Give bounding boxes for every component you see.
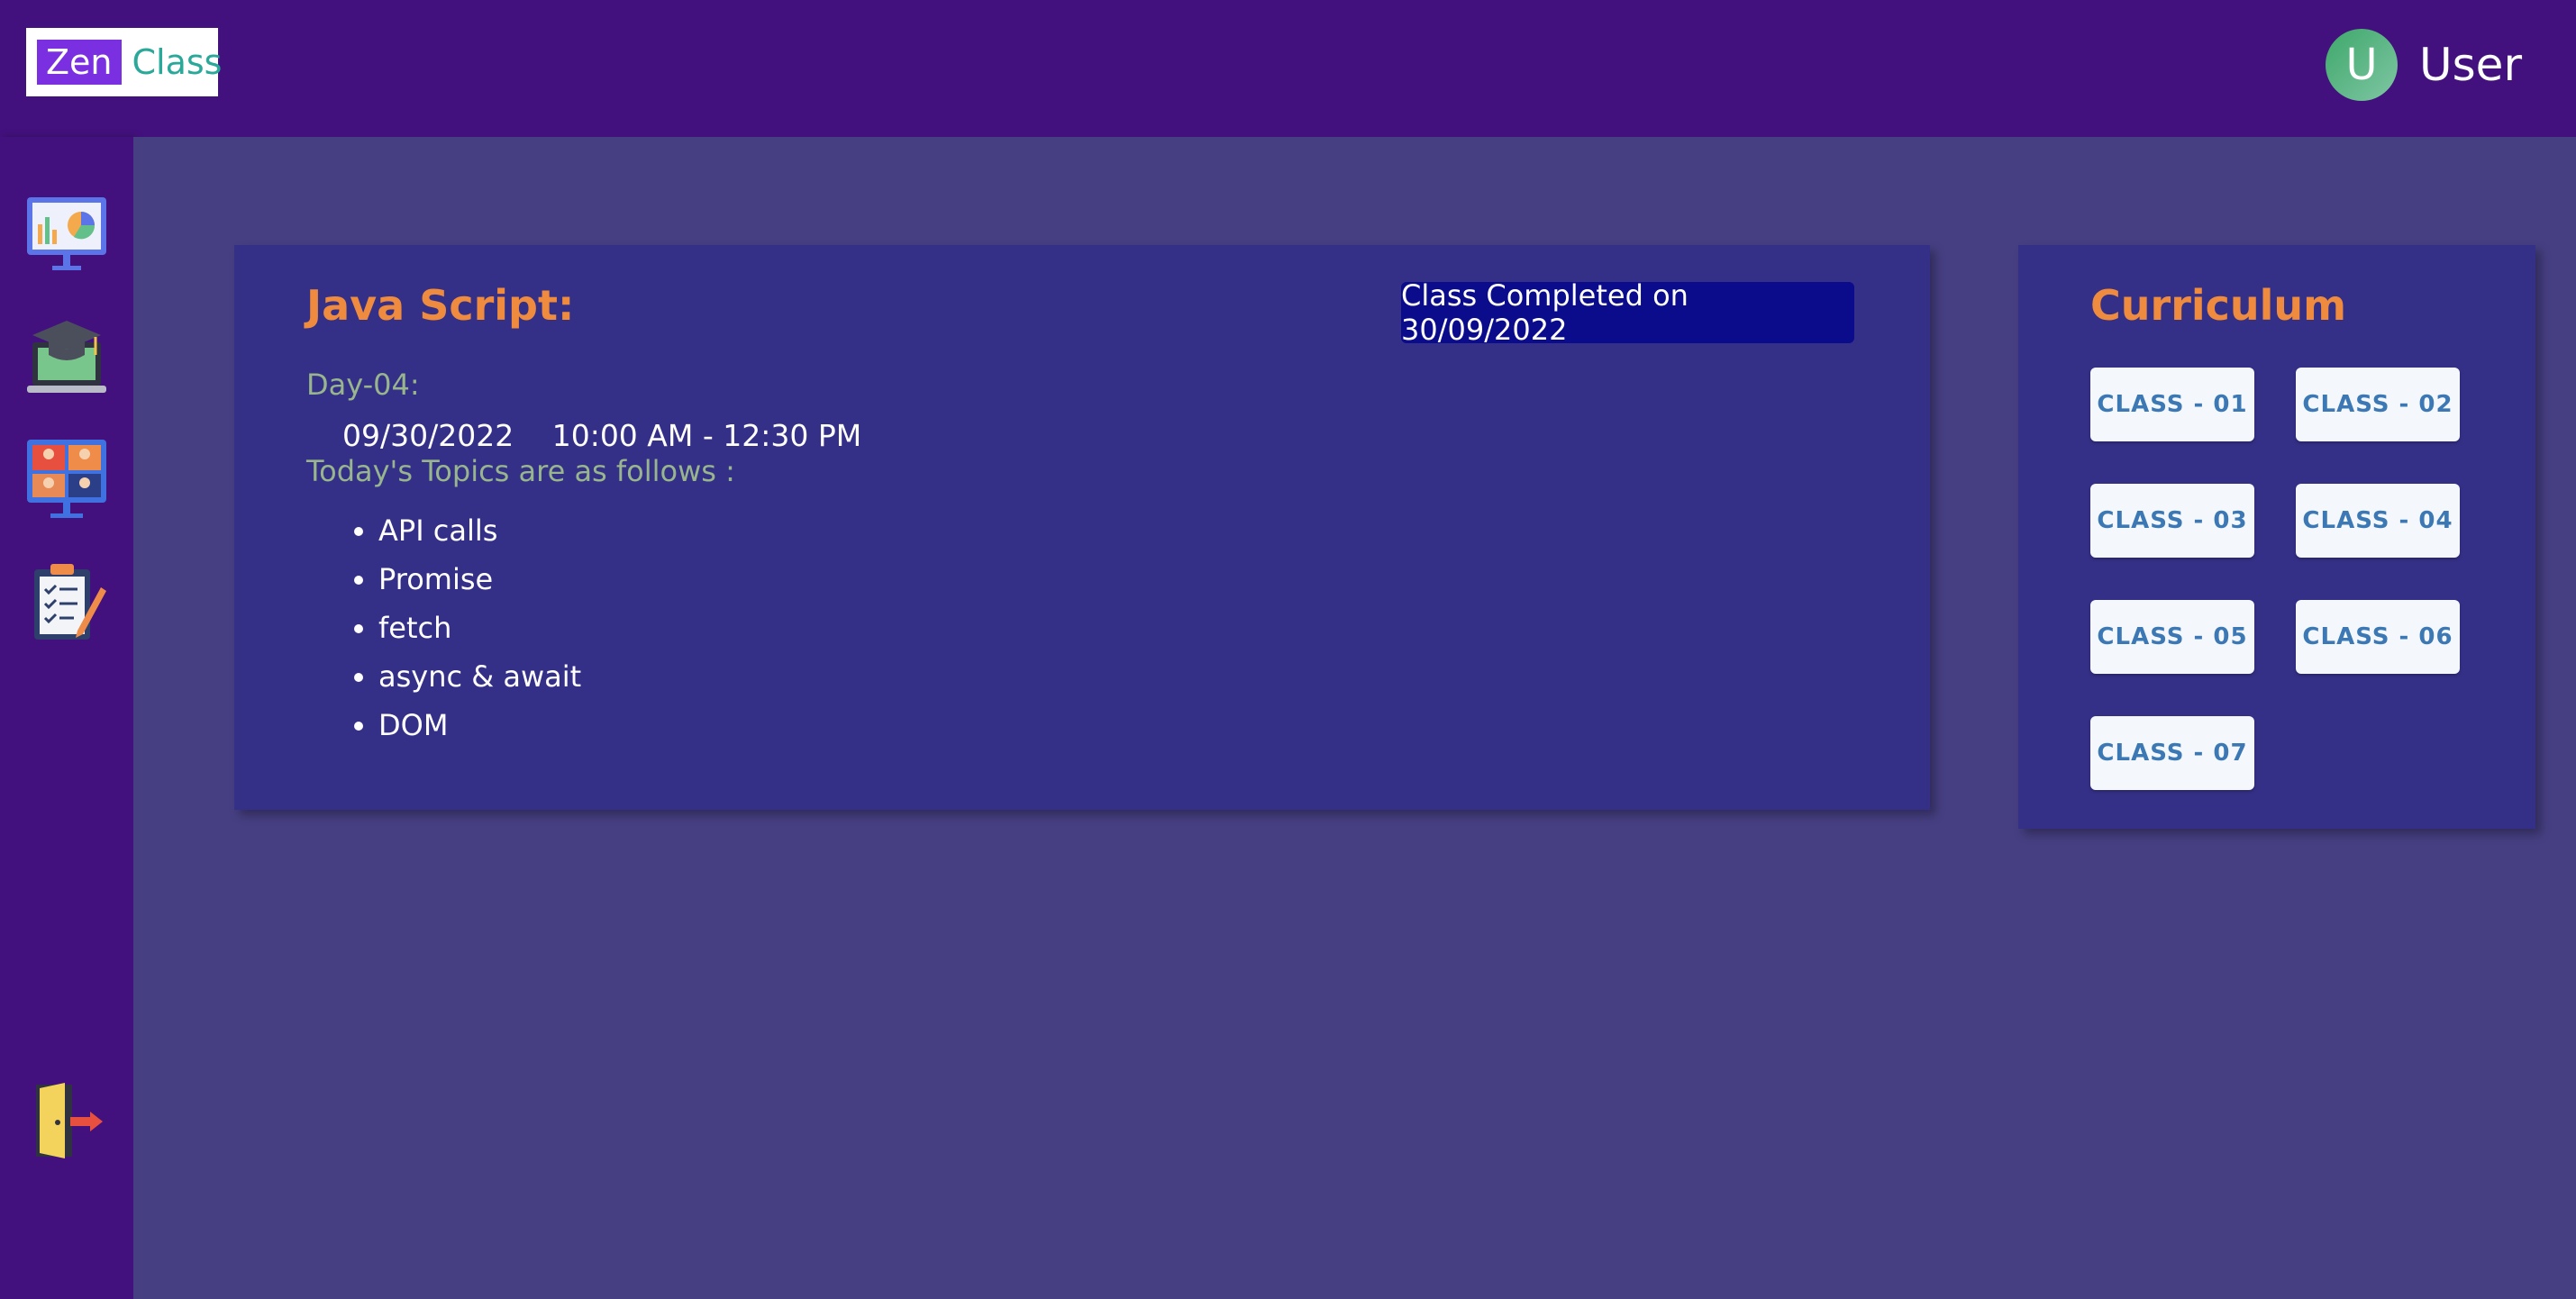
curriculum-title: Curriculum xyxy=(2090,281,2347,330)
session-title: Java Script: xyxy=(306,281,575,330)
list-item: async & await xyxy=(378,652,581,701)
class-01-button[interactable]: CLASS - 01 xyxy=(2090,368,2254,441)
class-03-button[interactable]: CLASS - 03 xyxy=(2090,484,2254,558)
logo-zen-text: Zen xyxy=(37,40,122,85)
curriculum-panel: Curriculum CLASS - 01 CLASS - 02 CLASS -… xyxy=(2018,245,2535,829)
session-day: Day-04: xyxy=(306,368,420,402)
class-05-button[interactable]: CLASS - 05 xyxy=(2090,600,2254,674)
user-menu[interactable]: U User xyxy=(2326,29,2522,101)
tasks-clipboard-icon xyxy=(34,564,106,640)
class-07-button[interactable]: CLASS - 07 xyxy=(2090,716,2254,790)
topics-list: API calls Promise fetch async & await DO… xyxy=(306,506,581,749)
session-datetime: 09/30/2022 10:00 AM - 12:30 PM xyxy=(342,418,861,453)
video-meeting-icon xyxy=(27,440,106,518)
session-time: 10:00 AM - 12:30 PM xyxy=(551,418,862,453)
logout-door-icon xyxy=(36,1083,103,1158)
avatar[interactable]: U xyxy=(2326,29,2399,101)
zen-class-logo[interactable]: Zen Class xyxy=(26,28,222,96)
sidebar xyxy=(0,137,133,1299)
session-card: Java Script: Class Completed on 30/09/20… xyxy=(234,245,1930,810)
user-name[interactable]: User xyxy=(2419,39,2522,91)
sidebar-item-meetings[interactable] xyxy=(23,436,110,522)
list-item: fetch xyxy=(378,604,581,652)
list-item: DOM xyxy=(378,701,581,749)
sidebar-item-dashboard[interactable] xyxy=(23,191,110,277)
dashboard-chart-icon xyxy=(27,197,106,270)
list-item: Promise xyxy=(378,555,581,604)
class-06-button[interactable]: CLASS - 06 xyxy=(2296,600,2460,674)
top-bar: Zen Class U User xyxy=(0,0,2576,137)
sidebar-item-tasks[interactable] xyxy=(23,559,110,645)
session-date: 09/30/2022 xyxy=(342,418,514,453)
graduation-laptop-icon xyxy=(27,321,106,393)
status-badge: Class Completed on 30/09/2022 xyxy=(1401,278,1854,347)
topics-heading: Today's Topics are as follows : xyxy=(306,454,735,488)
list-item: API calls xyxy=(378,506,581,555)
sidebar-item-logout[interactable] xyxy=(23,1077,110,1164)
logo-class-text: Class xyxy=(132,42,223,82)
class-04-button[interactable]: CLASS - 04 xyxy=(2296,484,2460,558)
sidebar-item-courses[interactable] xyxy=(23,313,110,400)
class-02-button[interactable]: CLASS - 02 xyxy=(2296,368,2460,441)
